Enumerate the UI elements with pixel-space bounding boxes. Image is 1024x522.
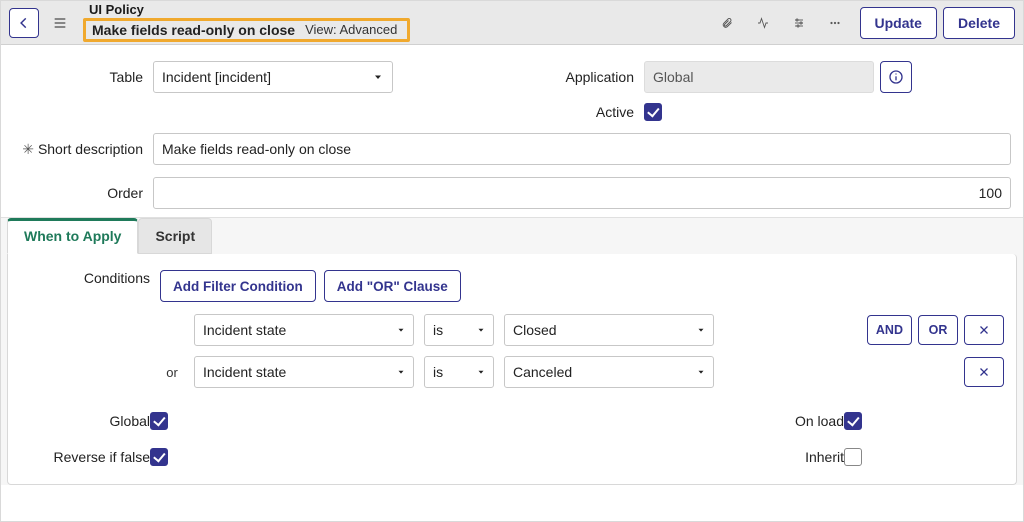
condition-1-operator-select[interactable]: is <box>424 314 494 346</box>
title-highlight: Make fields read-only on close View: Adv… <box>83 18 410 42</box>
update-button[interactable]: Update <box>860 7 937 39</box>
condition-2-value-select[interactable]: Canceled <box>504 356 714 388</box>
global-checkbox[interactable] <box>150 412 168 430</box>
field-active: Active <box>524 103 1011 121</box>
flags-grid: Global Reverse if false On load Inherit <box>20 412 1004 466</box>
back-button[interactable] <box>9 8 39 38</box>
condition-row-1: Incident state is Closed AND OR <box>160 314 1004 346</box>
onload-checkbox[interactable] <box>844 412 862 430</box>
reverse-label: Reverse if false <box>20 449 150 465</box>
short-description-label: ✳ Short description <box>13 141 143 158</box>
condition-1-and-button[interactable]: AND <box>867 315 912 345</box>
chevron-down-icon <box>372 71 384 83</box>
application-info-button[interactable] <box>880 61 912 93</box>
view-label: View: Advanced <box>305 23 397 38</box>
field-application: Application <box>524 61 1011 93</box>
field-short-description: ✳ Short description <box>13 133 1011 165</box>
form-type-label: UI Policy <box>83 3 410 18</box>
conditions-block: Conditions Add Filter Condition Add "OR"… <box>20 270 1004 398</box>
condition-1-remove-button[interactable] <box>964 315 1004 345</box>
context-menu-button[interactable] <box>45 8 75 38</box>
form-header: UI Policy Make fields read-only on close… <box>1 1 1023 45</box>
field-order: Order <box>13 177 1011 209</box>
reverse-checkbox[interactable] <box>150 448 168 466</box>
active-checkbox[interactable] <box>644 103 662 121</box>
order-input[interactable] <box>153 177 1011 209</box>
close-icon <box>978 366 990 378</box>
conditions-label: Conditions <box>20 270 150 286</box>
field-inherit: Inherit <box>524 448 1004 466</box>
attachments-icon[interactable] <box>714 10 740 36</box>
tab-strip: When to Apply Script <box>1 218 1023 254</box>
field-table: Table Incident [incident] <box>13 61 500 93</box>
or-joiner: or <box>160 365 184 380</box>
tab-section: When to Apply Script Conditions Add Filt… <box>1 217 1023 485</box>
inherit-checkbox[interactable] <box>844 448 862 466</box>
active-label: Active <box>524 104 634 120</box>
condition-2-operator-select[interactable]: is <box>424 356 494 388</box>
short-description-input[interactable] <box>153 133 1011 165</box>
activity-icon[interactable] <box>750 10 776 36</box>
table-label: Table <box>13 69 143 85</box>
condition-2-field-select[interactable]: Incident state <box>194 356 414 388</box>
field-global: Global <box>20 412 500 430</box>
tab-panel-when: Conditions Add Filter Condition Add "OR"… <box>7 254 1017 485</box>
application-label: Application <box>524 69 634 85</box>
close-icon <box>978 324 990 336</box>
condition-2-remove-button[interactable] <box>964 357 1004 387</box>
order-label: Order <box>13 185 143 201</box>
record-title: Make fields read-only on close <box>92 22 295 38</box>
application-value <box>644 61 874 93</box>
add-or-clause-button[interactable]: Add "OR" Clause <box>324 270 461 302</box>
add-filter-condition-button[interactable]: Add Filter Condition <box>160 270 316 302</box>
tab-script[interactable]: Script <box>138 218 212 254</box>
field-onload: On load <box>524 412 1004 430</box>
condition-1-or-button[interactable]: OR <box>918 315 958 345</box>
global-label: Global <box>20 413 150 429</box>
tab-when-to-apply[interactable]: When to Apply <box>7 218 138 254</box>
header-icon-group <box>708 10 854 36</box>
required-icon: ✳ <box>22 141 34 158</box>
table-value: Incident [incident] <box>162 69 271 85</box>
condition-1-field-select[interactable]: Incident state <box>194 314 414 346</box>
field-reverse: Reverse if false <box>20 448 500 466</box>
inherit-label: Inherit <box>524 449 844 465</box>
form-body: Table Incident [incident] Application <box>1 45 1023 217</box>
delete-button[interactable]: Delete <box>943 7 1015 39</box>
table-select[interactable]: Incident [incident] <box>153 61 393 93</box>
condition-1-value-select[interactable]: Closed <box>504 314 714 346</box>
more-icon[interactable] <box>822 10 848 36</box>
settings-icon[interactable] <box>786 10 812 36</box>
onload-label: On load <box>524 413 844 429</box>
condition-row-2: or Incident state is Canceled <box>160 356 1004 388</box>
title-block: UI Policy Make fields read-only on close… <box>83 3 410 42</box>
